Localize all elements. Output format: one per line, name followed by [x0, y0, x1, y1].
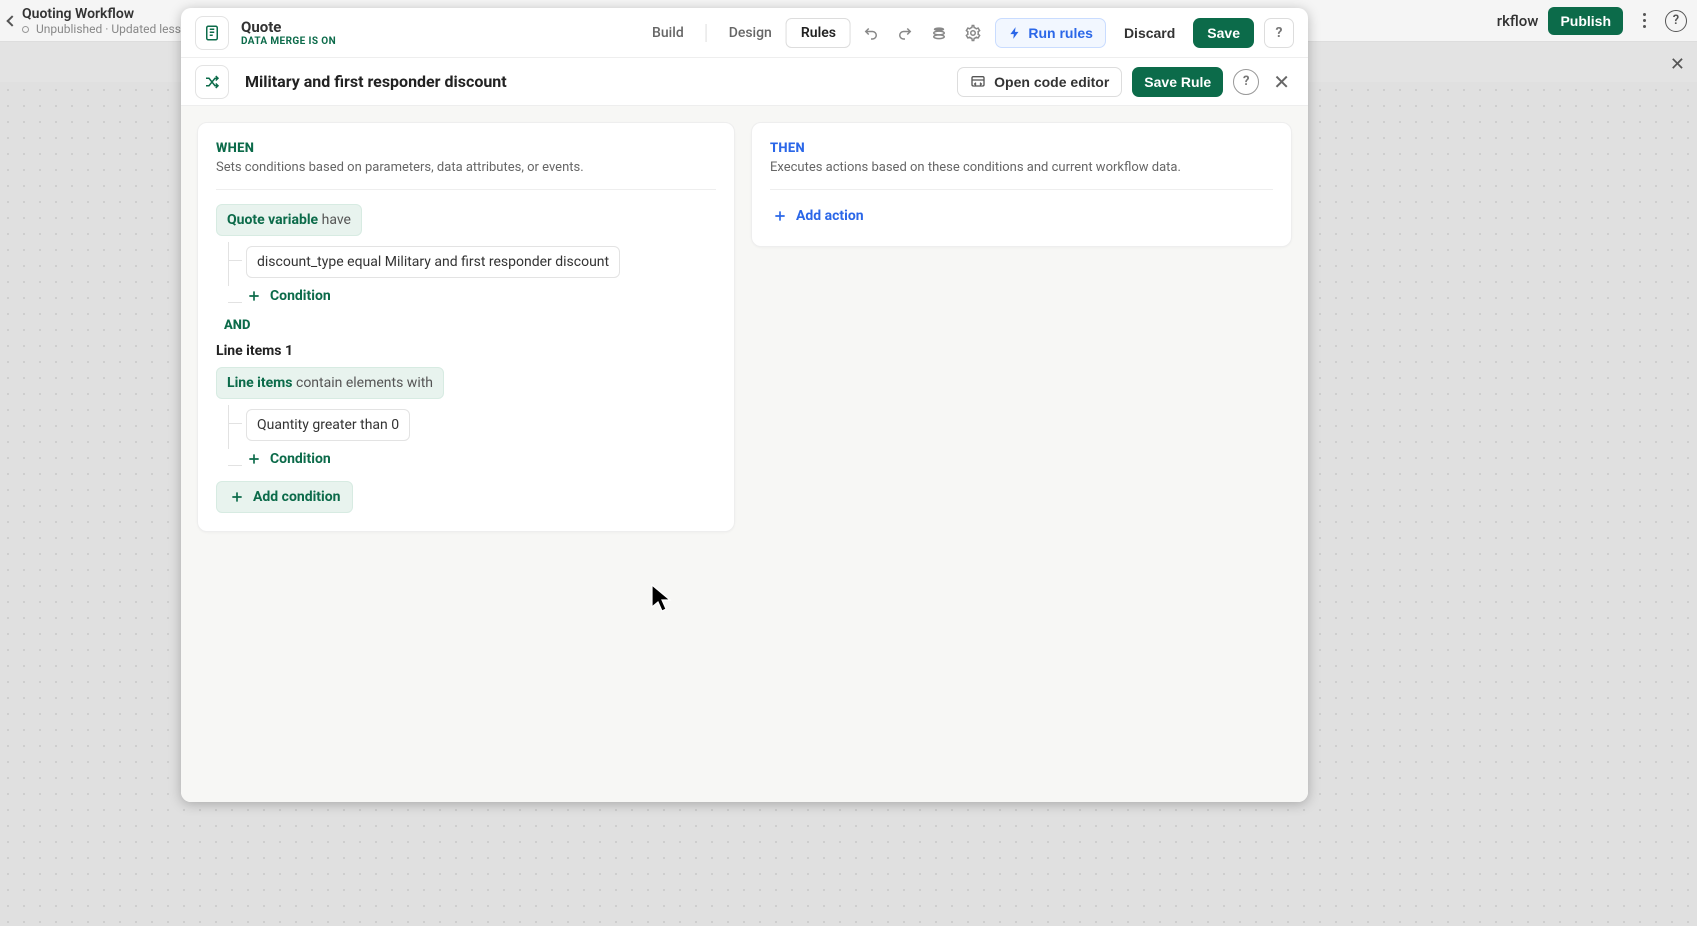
open-code-editor-button[interactable]: Open code editor — [957, 67, 1122, 97]
publish-button[interactable]: Publish — [1548, 7, 1623, 35]
c2-sub-op: greater than — [312, 417, 387, 433]
modal-doc-title: Quote — [241, 18, 336, 36]
rule-modal: Quote DATA MERGE IS ON Build Design Rule… — [181, 8, 1308, 802]
bg-rkflow-text: rkflow — [1497, 12, 1539, 30]
header-actions: Run rules Discard Save ? — [859, 18, 1294, 48]
then-desc: Executes actions based on these conditio… — [770, 160, 1273, 175]
more-menu-icon[interactable] — [1631, 8, 1657, 34]
c1-sub-field: discount_type — [257, 254, 344, 270]
tabs: Build Design Rules — [638, 18, 851, 48]
tab-design[interactable]: Design — [715, 19, 786, 47]
c2-subject: Line items — [227, 375, 293, 391]
document-icon — [195, 16, 229, 50]
tab-build[interactable]: Build — [638, 19, 698, 47]
data-merge-badge: DATA MERGE IS ON — [241, 36, 336, 47]
add-condition-button[interactable]: Add condition — [216, 481, 353, 513]
tab-rules[interactable]: Rules — [786, 18, 851, 48]
add-action-button[interactable]: Add action — [770, 204, 866, 228]
bg-title-col: Quoting Workflow Unpublished · Updated l… — [22, 6, 188, 36]
c2-add-cond-row: Condition — [246, 451, 716, 467]
add-condition-button-label: Add condition — [253, 489, 340, 505]
condition-group-2: Line items contain elements with Quantit… — [216, 367, 716, 467]
when-divider — [216, 189, 716, 190]
bg-subtitle: Unpublished · Updated less t — [22, 22, 188, 36]
modal-title-col: Quote DATA MERGE IS ON — [241, 18, 336, 47]
run-rules-button[interactable]: Run rules — [995, 18, 1106, 48]
c1-sub-pill[interactable]: discount_type equal Military and first r… — [246, 246, 620, 278]
plus-icon — [229, 489, 245, 505]
add-action-label: Add action — [796, 208, 864, 224]
modal-header-rule: Military and first responder discount Op… — [181, 58, 1308, 106]
c1-children: discount_type equal Military and first r… — [228, 246, 716, 304]
bg-close-icon[interactable]: ✕ — [1670, 54, 1685, 75]
run-rules-label: Run rules — [1028, 25, 1093, 41]
c2-sub-field: Quantity — [257, 417, 309, 433]
bg-updated: Updated less t — [111, 22, 187, 36]
c2-op: contain elements with — [296, 375, 433, 391]
redo-icon[interactable] — [893, 21, 917, 45]
rule-title: Military and first responder discount — [245, 72, 507, 91]
rule-shuffle-icon — [195, 65, 229, 99]
c2-sub-row: Quantity greater than 0 — [246, 409, 716, 441]
layers-icon[interactable] — [927, 21, 951, 45]
help-box-icon[interactable]: ? — [1264, 18, 1294, 48]
c2-sub-pill[interactable]: Quantity greater than 0 — [246, 409, 410, 441]
rule-help-icon[interactable]: ? — [1233, 69, 1259, 95]
and-label: AND — [224, 318, 716, 333]
then-title: THEN — [770, 141, 1273, 156]
rule-header-actions: Open code editor Save Rule ? ✕ — [957, 67, 1294, 97]
condition-2-pill[interactable]: Line items contain elements with — [216, 367, 444, 399]
plus-icon — [772, 208, 788, 224]
when-title: WHEN — [216, 141, 716, 156]
save-rule-button[interactable]: Save Rule — [1132, 67, 1223, 97]
c1-sub-row: discount_type equal Military and first r… — [246, 246, 716, 278]
lineitems-label: Line items 1 — [216, 343, 716, 359]
add-cond-c2-label: Condition — [270, 451, 331, 467]
c1-sub-value: Military and first responder discount — [385, 254, 609, 270]
back-chevron-icon[interactable] — [6, 15, 17, 26]
add-condition-c2[interactable]: Condition — [246, 451, 716, 467]
when-desc: Sets conditions based on parameters, dat… — [216, 160, 716, 175]
add-condition-c1[interactable]: Condition — [246, 288, 716, 304]
then-panel: THEN Executes actions based on these con… — [751, 122, 1292, 247]
c1-op: have — [322, 212, 351, 228]
status-dot-icon — [22, 26, 29, 33]
modal-header-top: Quote DATA MERGE IS ON Build Design Rule… — [181, 8, 1308, 58]
open-code-label: Open code editor — [994, 74, 1109, 90]
modal-body: WHEN Sets conditions based on parameters… — [181, 106, 1308, 802]
when-panel: WHEN Sets conditions based on parameters… — [197, 122, 735, 532]
plus-icon — [246, 288, 262, 304]
discard-button[interactable]: Discard — [1116, 19, 1183, 47]
plus-icon — [246, 451, 262, 467]
c2-sub-value: 0 — [391, 417, 399, 433]
c2-children: Quantity greater than 0 Condition — [228, 409, 716, 467]
bg-help-icon[interactable]: ? — [1665, 10, 1687, 32]
close-modal-icon[interactable]: ✕ — [1269, 70, 1294, 94]
bg-status: Unpublished — [36, 22, 102, 36]
save-button[interactable]: Save — [1193, 18, 1254, 48]
c1-subject: Quote variable — [227, 212, 318, 228]
undo-icon[interactable] — [859, 21, 883, 45]
condition-group-1: Quote variable have discount_type equal … — [216, 204, 716, 304]
c1-sub-op: equal — [347, 254, 381, 270]
bg-title: Quoting Workflow — [22, 6, 188, 22]
tab-separator — [706, 24, 707, 42]
condition-1-pill[interactable]: Quote variable have — [216, 204, 362, 236]
settings-gear-icon[interactable] — [961, 21, 985, 45]
add-cond-c1-label: Condition — [270, 288, 331, 304]
then-divider — [770, 189, 1273, 190]
c1-add-cond-row: Condition — [246, 288, 716, 304]
